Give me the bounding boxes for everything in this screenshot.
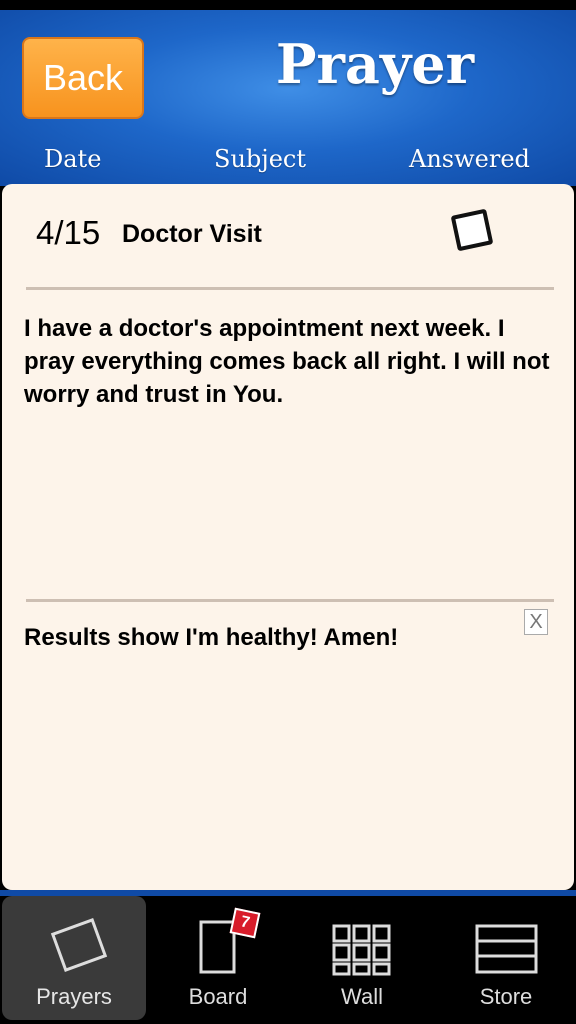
status-bar bbox=[0, 0, 576, 10]
tab-label: Store bbox=[479, 984, 533, 1009]
store-icon bbox=[475, 924, 538, 974]
prayer-detail-card: 4/15 Doctor Visit I have a doctor's appo… bbox=[2, 184, 574, 890]
prayer-card-icon bbox=[50, 918, 108, 972]
divider bbox=[26, 599, 554, 602]
answer-text[interactable]: Results show I'm healthy! Amen! bbox=[24, 624, 504, 652]
page-title: Prayer bbox=[275, 32, 475, 96]
header-bar: Back Prayer Date Subject Answered bbox=[0, 10, 576, 186]
board-icon bbox=[199, 920, 236, 974]
prayer-text[interactable]: I have a doctor's appointment next week.… bbox=[24, 312, 554, 411]
divider bbox=[26, 287, 554, 290]
tab-wall[interactable]: Wall bbox=[290, 896, 434, 1020]
clear-answer-button[interactable]: X bbox=[524, 609, 548, 635]
tab-store[interactable]: Store bbox=[434, 896, 576, 1020]
entry-date: 4/15 bbox=[36, 214, 101, 251]
tab-label: Board bbox=[188, 984, 248, 1009]
column-header-answered: Answered bbox=[409, 145, 530, 173]
grid-icon bbox=[332, 924, 391, 976]
tab-board[interactable]: Board bbox=[146, 896, 290, 1020]
tab-label: Prayers bbox=[36, 984, 112, 1009]
board-badge: 7 bbox=[229, 907, 261, 939]
column-header-subject: Subject bbox=[214, 145, 306, 173]
tab-prayers[interactable]: Prayers bbox=[2, 896, 146, 1020]
tab-label: Wall bbox=[341, 984, 383, 1009]
column-header-date: Date bbox=[44, 145, 102, 173]
back-button[interactable]: Back bbox=[22, 37, 144, 119]
answered-checkbox[interactable] bbox=[450, 208, 494, 252]
entry-subject[interactable]: Doctor Visit bbox=[122, 220, 262, 249]
tab-bar: Prayers Board Wall Store bbox=[0, 890, 576, 1024]
